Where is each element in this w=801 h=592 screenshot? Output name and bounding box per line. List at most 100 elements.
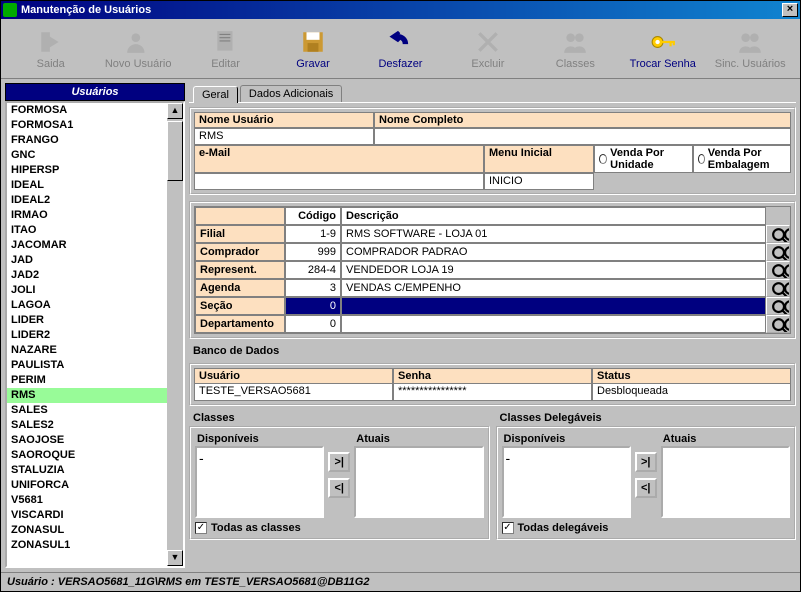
gravar-button[interactable]: Gravar	[269, 22, 356, 76]
lookup-button[interactable]	[766, 261, 790, 279]
user-list-item[interactable]: JAD2	[7, 268, 167, 283]
grid-row-label: Comprador	[195, 243, 285, 261]
user-list-item[interactable]: FRANGO	[7, 133, 167, 148]
grid-codigo[interactable]: 999	[285, 243, 341, 261]
user-list-item[interactable]: FORMOSA1	[7, 118, 167, 133]
grid-codigo[interactable]: 284-4	[285, 261, 341, 279]
classes-button[interactable]: Classes	[532, 22, 619, 76]
key-icon	[649, 28, 677, 56]
user-list-item[interactable]: UNIFORCA	[7, 478, 167, 493]
classes-icon	[561, 28, 589, 56]
user-list-item[interactable]: LIDER	[7, 313, 167, 328]
user-list-item[interactable]: STALUZIA	[7, 463, 167, 478]
lookup-button[interactable]	[766, 315, 790, 333]
tab-dados-adicionais[interactable]: Dados Adicionais	[240, 85, 342, 102]
venda-embalagem-radio[interactable]: Venda Por Embalagem	[693, 145, 792, 173]
user-list-item[interactable]: IDEAL	[7, 178, 167, 193]
deleg-atuais-list[interactable]	[661, 446, 790, 518]
user-list-item[interactable]: HIPERSP	[7, 163, 167, 178]
user-list-item[interactable]: RMS	[7, 388, 167, 403]
scroll-up-button[interactable]: ▲	[167, 103, 183, 119]
close-button[interactable]: ×	[782, 3, 798, 17]
save-icon	[299, 28, 327, 56]
grid-row-label: Departamento	[195, 315, 285, 333]
db-senha-value: ****************	[394, 384, 591, 400]
atuais-label: Atuais	[354, 432, 483, 446]
novo-usuario-button[interactable]: Novo Usuário	[94, 22, 181, 76]
user-list-item[interactable]: ZONASUL1	[7, 538, 167, 553]
user-list-item[interactable]: SALES2	[7, 418, 167, 433]
grid-descricao[interactable]: RMS SOFTWARE - LOJA 01	[341, 225, 766, 243]
lookup-button[interactable]	[766, 297, 790, 315]
user-list-item[interactable]: NAZARE	[7, 343, 167, 358]
scroll-thumb[interactable]	[167, 121, 183, 181]
deleg-move-left-button[interactable]: <|	[635, 478, 657, 498]
venda-unidade-radio[interactable]: Venda Por Unidade	[594, 145, 693, 173]
todas-delegaveis-checkbox[interactable]: ✓Todas delegáveis	[502, 522, 791, 534]
grid-codigo[interactable]: 1-9	[285, 225, 341, 243]
exit-icon	[37, 28, 65, 56]
checkbox-icon: ✓	[502, 522, 514, 534]
user-list-item[interactable]: GNC	[7, 148, 167, 163]
move-right-button[interactable]: >|	[328, 452, 350, 472]
nome-completo-field[interactable]	[374, 128, 791, 145]
user-list-item[interactable]: VISCARDI	[7, 508, 167, 523]
db-status-label: Status	[593, 369, 790, 384]
excluir-label: Excluir	[471, 58, 504, 70]
user-list-item[interactable]: IRMAO	[7, 208, 167, 223]
saida-button[interactable]: Saida	[7, 22, 94, 76]
user-list-item[interactable]: JOLI	[7, 283, 167, 298]
scrollbar[interactable]: ▲ ▼	[167, 103, 183, 566]
user-list-item[interactable]: SAOJOSE	[7, 433, 167, 448]
user-list-item[interactable]: ITAO	[7, 223, 167, 238]
editar-button[interactable]: Editar	[182, 22, 269, 76]
user-list-item[interactable]: JAD	[7, 253, 167, 268]
user-list[interactable]: FORMOSAFORMOSA1FRANGOGNCHIPERSPIDEALIDEA…	[7, 103, 167, 566]
email-field[interactable]	[194, 173, 484, 190]
grid-codigo[interactable]: 3	[285, 279, 341, 297]
checkbox-icon: ✓	[195, 522, 207, 534]
lookup-button[interactable]	[766, 243, 790, 261]
deleg-disponiveis-list[interactable]: -	[502, 446, 631, 518]
classes-label: Classes	[556, 58, 595, 70]
sinc-usuarios-button[interactable]: Sinc. Usuários	[707, 22, 794, 76]
venda-unidade-label: Venda Por Unidade	[610, 147, 687, 171]
user-list-item[interactable]: JACOMAR	[7, 238, 167, 253]
grid-descricao[interactable]: VENDEDOR LOJA 19	[341, 261, 766, 279]
grid-descricao[interactable]: COMPRADOR PADRAO	[341, 243, 766, 261]
user-list-item[interactable]: PERIM	[7, 373, 167, 388]
classes-atuais-list[interactable]	[354, 446, 483, 518]
user-list-item[interactable]: PAULISTA	[7, 358, 167, 373]
tab-bar: Geral Dados Adicionais	[189, 83, 796, 103]
user-list-item[interactable]: FORMOSA	[7, 103, 167, 118]
grid-descricao[interactable]: VENDAS C/EMPENHO	[341, 279, 766, 297]
user-list-item[interactable]: SALES	[7, 403, 167, 418]
move-left-button[interactable]: <|	[328, 478, 350, 498]
deleg-move-right-button[interactable]: >|	[635, 452, 657, 472]
user-list-item[interactable]: LIDER2	[7, 328, 167, 343]
user-list-item[interactable]: V5681	[7, 493, 167, 508]
todas-classes-checkbox[interactable]: ✓Todas as classes	[195, 522, 484, 534]
classes-disponiveis-list[interactable]: -	[195, 446, 324, 518]
lookup-button[interactable]	[766, 279, 790, 297]
user-list-item[interactable]: LAGOA	[7, 298, 167, 313]
lookup-button[interactable]	[766, 225, 790, 243]
desfazer-button[interactable]: Desfazer	[357, 22, 444, 76]
grid-descricao[interactable]	[341, 297, 766, 315]
user-list-item[interactable]: SAOROQUE	[7, 448, 167, 463]
user-list-item[interactable]: ZONASUL	[7, 523, 167, 538]
grid-descricao[interactable]	[341, 315, 766, 333]
grid-codigo[interactable]: 0	[285, 315, 341, 333]
excluir-button[interactable]: Excluir	[444, 22, 531, 76]
scroll-track[interactable]	[167, 181, 183, 550]
user-list-item[interactable]: IDEAL2	[7, 193, 167, 208]
deleg-disponiveis-label: Disponíveis	[502, 432, 631, 446]
grid-row-label: Seção	[195, 297, 285, 315]
tab-geral[interactable]: Geral	[193, 86, 238, 103]
venda-embalagem-label: Venda Por Embalagem	[708, 147, 786, 171]
nome-usuario-field[interactable]: RMS	[194, 128, 374, 145]
menu-inicial-field[interactable]: INICIO	[484, 173, 594, 190]
trocar-senha-button[interactable]: Trocar Senha	[619, 22, 706, 76]
scroll-down-button[interactable]: ▼	[167, 550, 183, 566]
grid-codigo[interactable]: 0	[285, 297, 341, 315]
